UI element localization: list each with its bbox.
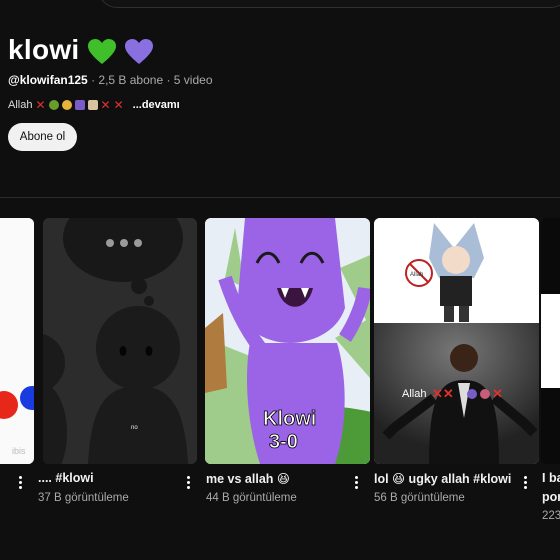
description-more-link[interactable]: ...devamı xyxy=(133,99,180,111)
channel-name: klowi xyxy=(8,34,80,65)
subscribe-button[interactable]: Abone ol xyxy=(8,123,77,151)
purple-character-head xyxy=(237,218,345,343)
short-title-2[interactable]: me vs allah 😆 xyxy=(206,471,290,486)
short-thumbnail-3[interactable]: Klowi 3-0 xyxy=(205,218,370,464)
more-options-icon[interactable] xyxy=(17,476,23,494)
red-x-icon: ✕ xyxy=(492,386,503,401)
short-thumbnail-4[interactable]: Allah Allah ✕✕ ✕ xyxy=(374,218,539,464)
channel-meta: @klowifan125 · 2,5 B abone · 5 video xyxy=(8,73,213,87)
star-crescent-icon xyxy=(74,100,85,110)
short-views-3: 56 B görüntüleme xyxy=(374,492,465,504)
moai-icon xyxy=(87,100,98,110)
red-x-icon: ✕ xyxy=(113,98,124,112)
thumbnail-title-line2: 3-0 xyxy=(269,431,298,453)
thumbnail-caption: no xyxy=(131,425,138,431)
short-title-1[interactable]: .... #klowi xyxy=(38,471,94,485)
short-title-4[interactable]: I ba xyxy=(542,471,560,485)
short-views-4: 223 xyxy=(542,510,560,522)
sign-text: Allah xyxy=(410,272,423,278)
red-x-icon: ✕ xyxy=(100,98,111,112)
star-crescent-icon xyxy=(467,389,477,399)
divider xyxy=(0,197,560,198)
meme-caption: Allah xyxy=(402,388,426,400)
red-x-icon: ✕✕ xyxy=(432,386,454,401)
short-views-1: 37 B görüntüleme xyxy=(38,492,129,504)
more-options-icon[interactable] xyxy=(522,476,528,494)
search-bar[interactable] xyxy=(98,0,560,8)
nauseated-face-icon xyxy=(48,100,59,110)
red-x-icon: ✕ xyxy=(35,98,46,112)
gacha-character-body xyxy=(440,276,472,306)
short-thumbnail-1[interactable]: ibis xyxy=(0,218,34,464)
short-title-4-line2[interactable]: por xyxy=(542,490,560,504)
short-thumbnail-5[interactable] xyxy=(541,218,560,464)
man-head xyxy=(450,344,478,372)
character-head xyxy=(96,306,180,390)
ibis-watermark: ibis xyxy=(12,446,26,456)
laughing-face-icon xyxy=(61,100,72,110)
more-options-icon[interactable] xyxy=(185,476,191,494)
short-thumbnail-2[interactable]: no xyxy=(43,218,197,464)
description-text: Allah xyxy=(8,99,33,111)
green-heart-icon xyxy=(88,39,116,64)
thumbnail-title-line1: Klowi xyxy=(263,408,316,430)
short-title-3[interactable]: lol 😆 ugky allah #klowi xyxy=(374,471,511,486)
more-options-icon[interactable] xyxy=(353,476,359,494)
channel-handle[interactable]: @klowifan125 xyxy=(8,73,88,87)
short-views-2: 44 B görüntüleme xyxy=(206,492,297,504)
emoji-icon xyxy=(480,389,490,399)
purple-heart-icon xyxy=(125,39,153,64)
channel-description[interactable]: Allah ✕ ✕ ✕ ...devamı xyxy=(8,98,180,112)
channel-stats: · 2,5 B abone · 5 video xyxy=(91,73,213,87)
